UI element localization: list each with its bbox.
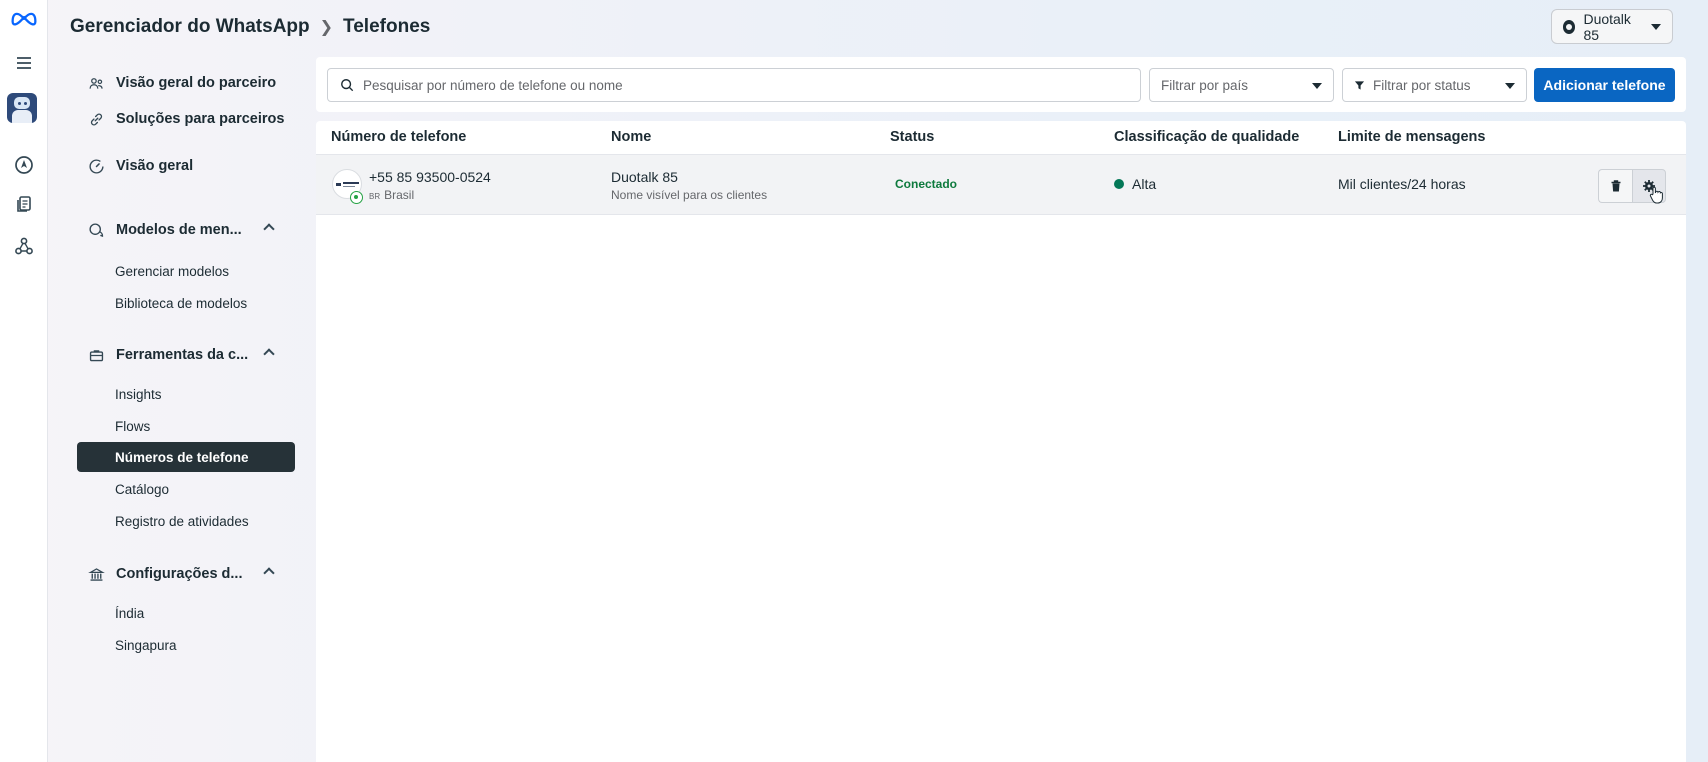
chevron-up-icon[interactable] (263, 348, 275, 360)
phone-country: BR Brasil (369, 188, 414, 202)
icon-rail (0, 0, 48, 762)
sidebar-sub-manage-templates[interactable]: Gerenciar modelos (77, 256, 295, 286)
country-filter[interactable]: Filtrar por país (1149, 68, 1334, 102)
sidebar-item-message-templates[interactable]: Modelos de men... (77, 214, 295, 246)
country-name: Brasil (384, 188, 415, 202)
table-row[interactable]: +55 85 93500-0524 BR Brasil Duotalk 85 No… (316, 154, 1686, 215)
sidebar-item-account-tools[interactable]: Ferramentas da c... (77, 339, 295, 371)
sidebar-item-label: Ferramentas da c... (116, 347, 249, 363)
page-title: Telefones (343, 16, 431, 37)
briefcase-icon (86, 345, 106, 365)
message-limit: Mil clientes/24 horas (1338, 176, 1466, 192)
add-phone-button[interactable]: Adicionar telefone (1534, 68, 1675, 102)
sidebar-item-label: Visão geral do parceiro (116, 75, 277, 91)
search-input[interactable] (363, 77, 1123, 93)
gauge-icon (86, 156, 106, 176)
meta-logo-icon[interactable] (10, 4, 38, 32)
integrations-icon[interactable] (10, 232, 38, 260)
avatar[interactable] (7, 93, 37, 123)
whatsapp-icon (1563, 19, 1576, 34)
phone-numbers-table: Número de telefone Nome Status Classific… (316, 121, 1686, 762)
phone-number: +55 85 93500-0524 (369, 169, 491, 185)
filter-bar: Filtrar por país Filtrar por status Adic… (316, 57, 1686, 112)
sidebar-sub-phone-numbers[interactable]: Números de telefone (77, 442, 295, 472)
chat-bubbles-icon (86, 220, 106, 240)
sidebar-sub-singapore[interactable]: Singapura (77, 630, 295, 660)
sidebar-item-partner-solutions[interactable]: Soluções para parceiros (77, 103, 295, 135)
sidebar-item-label: Configurações d... (116, 566, 243, 582)
country-code: BR (369, 192, 381, 201)
display-name-hint: Nome visível para os clientes (611, 188, 768, 202)
hand-cursor-icon (1649, 186, 1663, 204)
column-header-name[interactable]: Nome (611, 129, 651, 145)
caret-down-icon (1651, 23, 1661, 30)
partners-icon (86, 73, 106, 93)
sidebar-item-label: Soluções para parceiros (116, 111, 285, 127)
sidebar-sub-catalog[interactable]: Catálogo (77, 474, 295, 504)
account-selector[interactable]: Duotalk 85 (1551, 9, 1673, 44)
breadcrumb-app-title[interactable]: Gerenciador do WhatsApp (70, 16, 310, 38)
menu-icon[interactable] (10, 49, 38, 77)
chevron-right-icon: ❯ (319, 19, 334, 36)
sidebar-item-label: Modelos de men... (116, 222, 242, 238)
country-filter-placeholder: Filtrar por país (1161, 77, 1249, 93)
chevron-up-icon[interactable] (263, 223, 275, 235)
filter-icon (1354, 80, 1365, 91)
delete-button[interactable] (1598, 169, 1632, 203)
column-header-status[interactable]: Status (890, 129, 934, 145)
quality-dot-icon (1114, 179, 1124, 189)
link-icon (86, 109, 106, 129)
quality-label: Alta (1132, 176, 1157, 192)
sidebar-item-settings[interactable]: Configurações d... (77, 558, 295, 590)
chevron-up-icon[interactable] (263, 567, 275, 579)
status-filter-placeholder: Filtrar por status (1373, 77, 1471, 93)
compass-icon[interactable] (10, 151, 38, 179)
documents-icon[interactable] (10, 190, 38, 218)
bank-icon (86, 564, 106, 584)
sidebar-sub-activity-log[interactable]: Registro de atividades (77, 506, 295, 536)
whatsapp-icon (350, 191, 363, 204)
sidebar-item-label: Visão geral (116, 158, 194, 174)
status-badge: Conectado (895, 177, 958, 191)
breadcrumb: Gerenciador do WhatsApp ❯ Telefones (70, 14, 430, 40)
column-header-phone[interactable]: Número de telefone (331, 129, 466, 145)
search-box[interactable] (327, 68, 1141, 102)
status-filter[interactable]: Filtrar por status (1342, 68, 1527, 102)
sidebar-sub-template-library[interactable]: Biblioteca de modelos (77, 288, 295, 318)
sidebar-sub-flows[interactable]: Flows (77, 411, 295, 441)
table-header: Número de telefone Nome Status Classific… (316, 121, 1686, 153)
trash-icon (1611, 180, 1620, 192)
column-header-limit[interactable]: Limite de mensagens (1338, 129, 1485, 145)
quality-rating: Alta (1114, 176, 1156, 192)
sidebar-sub-india[interactable]: Índia (77, 598, 295, 628)
sidebar-sub-insights[interactable]: Insights (77, 379, 295, 409)
search-icon (340, 78, 354, 92)
account-label: Duotalk 85 (1583, 10, 1631, 43)
display-name: Duotalk 85 (611, 169, 678, 185)
sidebar-item-overview[interactable]: Visão geral (77, 150, 295, 182)
column-header-quality[interactable]: Classificação de qualidade (1114, 129, 1299, 145)
caret-down-icon (1505, 83, 1515, 89)
caret-down-icon (1312, 83, 1322, 89)
sidebar-item-partner-overview[interactable]: Visão geral do parceiro (77, 67, 295, 99)
